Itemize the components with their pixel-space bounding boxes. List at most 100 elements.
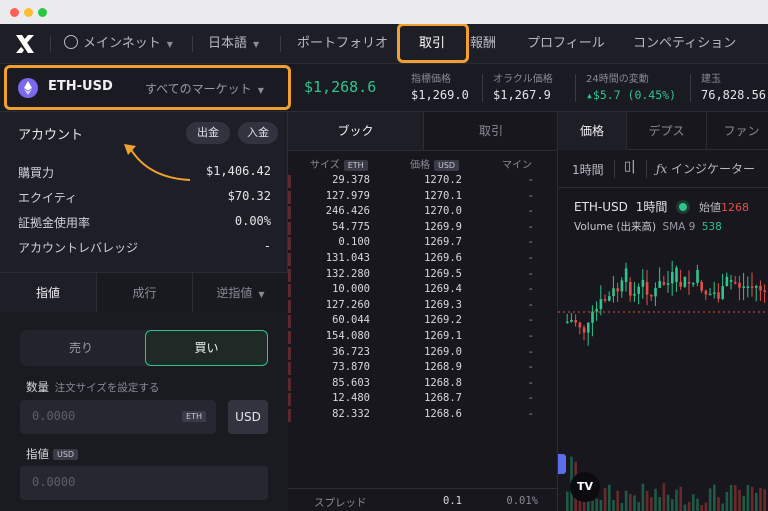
depth-bar	[288, 409, 291, 422]
chevron-down-icon: ▼	[253, 40, 260, 49]
depth-bar	[288, 346, 291, 360]
nav-competition[interactable]: コンペティション	[633, 24, 736, 64]
orderbook-size: 85.603	[332, 376, 370, 389]
margin-usage-label: 証拠金使用率	[18, 216, 91, 230]
tab-depth[interactable]: デプス	[626, 112, 706, 150]
orderbook-price: 1268.9	[424, 361, 462, 374]
volume-bar	[746, 484, 750, 511]
orderbook-row[interactable]: 60.044 1269.2 -	[288, 314, 558, 330]
side-toggle: 売り 買い	[20, 330, 268, 366]
limit-price-placeholder: 0.0000	[32, 475, 76, 489]
orderbook-row[interactable]: 132.280 1269.5 -	[288, 268, 558, 284]
candle-body	[708, 293, 712, 296]
orderbook-mine: -	[527, 376, 534, 389]
account-leverage-value: -	[263, 239, 271, 253]
interval-selector[interactable]: 1時間	[572, 161, 604, 178]
tab-funding[interactable]: ファン	[706, 112, 768, 150]
chart-interval-label: 1時間	[635, 200, 668, 214]
candle-body	[566, 321, 569, 324]
orderbook-row[interactable]: 154.080 1269.1 -	[288, 330, 558, 346]
tab-stop[interactable]: 逆指値 ▼	[192, 273, 288, 313]
orderbook-mine: -	[527, 283, 534, 296]
account-leverage-label: アカウントレバレッジ	[18, 241, 139, 255]
nav-rewards[interactable]: 報酬	[470, 24, 496, 64]
indicators-label: インジケーター	[671, 162, 756, 176]
deposit-button[interactable]: 入金	[238, 122, 278, 144]
depth-bar	[288, 268, 291, 282]
maximize-window-icon[interactable]	[38, 8, 47, 17]
volume-bar	[755, 492, 758, 511]
candle-body	[700, 282, 703, 291]
orderbook-row[interactable]: 127.260 1269.3 -	[288, 299, 558, 315]
minimize-window-icon[interactable]	[24, 8, 33, 17]
spread-label: スプレッド	[314, 497, 367, 509]
candle-type-icon[interactable]: ▯|	[624, 159, 636, 174]
buy-button[interactable]: 買い	[145, 330, 268, 366]
network-selector[interactable]: メインネット ▼	[64, 24, 173, 64]
candle-body	[637, 286, 640, 294]
margin-usage-value: 0.00%	[234, 214, 271, 228]
index-price-label: 指標価格	[411, 74, 451, 85]
candle-body	[734, 282, 737, 284]
orderbook-row[interactable]: 85.603 1268.8 -	[288, 377, 558, 393]
language-selector[interactable]: 日本語 ▼	[208, 24, 259, 64]
volume-bar	[650, 497, 653, 511]
usd-toggle-button[interactable]: USD	[228, 400, 268, 434]
orderbook-row[interactable]: 36.723 1269.0 -	[288, 346, 558, 362]
orderbook-size: 36.723	[332, 345, 370, 358]
orderbook-row[interactable]: 12.480 1268.7 -	[288, 392, 558, 408]
depth-bar	[288, 175, 291, 188]
candle-body	[662, 282, 666, 285]
volume-bar	[603, 487, 607, 511]
mine-header: マイン	[502, 160, 532, 171]
orderbook-row[interactable]: 127.979 1270.1 -	[288, 190, 558, 206]
orderbook-price: 1268.7	[424, 392, 462, 405]
orderbook-row[interactable]: 246.426 1270.0 -	[288, 205, 558, 221]
orderbook-mine: -	[527, 298, 534, 311]
orderbook-row[interactable]: 82.332 1268.6 -	[288, 408, 558, 424]
market-selector-highlight	[4, 65, 291, 110]
candle-body	[683, 276, 687, 287]
orderbook-size: 29.378	[332, 174, 370, 186]
orderbook-row[interactable]: 29.378 1270.2 -	[288, 174, 558, 190]
candle-body	[612, 288, 615, 297]
volume-bar	[662, 483, 666, 511]
language-label: 日本語	[208, 36, 248, 51]
tab-limit[interactable]: 指値	[0, 273, 96, 313]
tab-market[interactable]: 成行	[96, 273, 192, 313]
close-window-icon[interactable]	[10, 8, 19, 17]
depth-bar	[288, 393, 291, 407]
orderbook-row[interactable]: 73.870 1268.9 -	[288, 361, 558, 377]
orderbook-row[interactable]: 131.043 1269.6 -	[288, 252, 558, 268]
limit-price-input[interactable]: 0.0000	[20, 466, 268, 500]
orderbook-row[interactable]: 0.100 1269.7 -	[288, 236, 558, 252]
tab-orderbook[interactable]: ブック	[288, 112, 423, 150]
account-title: アカウント	[18, 128, 84, 143]
orderbook-price: 1270.1	[424, 189, 462, 202]
orderbook-mine: -	[527, 220, 534, 233]
tab-price[interactable]: 価格	[558, 112, 626, 150]
top-nav: メインネット ▼ 日本語 ▼ ポートフォリオ 取引 報酬 プロフィール コンペティシ…	[0, 24, 768, 64]
volume-bar	[713, 484, 716, 511]
candlestick-chart[interactable]	[558, 242, 768, 511]
sma-value: 538	[701, 221, 722, 233]
orderbook-row[interactable]: 54.775 1269.9 -	[288, 221, 558, 237]
tab-trades[interactable]: 取引	[423, 112, 558, 150]
dydx-logo-icon[interactable]	[14, 33, 36, 55]
volume-bar	[734, 485, 737, 511]
nav-profile[interactable]: プロフィール	[527, 24, 605, 64]
volume-bar	[658, 497, 661, 511]
chart-symbol-label: ETH-USD	[574, 200, 628, 214]
orderbook-size: 10.000	[332, 283, 370, 296]
eth-unit-badge: ETH	[182, 411, 206, 422]
volume-bar	[738, 490, 741, 511]
volume-bar	[566, 491, 569, 511]
indicators-button[interactable]: ƒx インジケーター	[656, 160, 755, 177]
quantity-input[interactable]: 0.0000 ETH	[20, 400, 216, 434]
nav-portfolio[interactable]: ポートフォリオ	[297, 24, 388, 64]
chart-collapse-handle[interactable]	[558, 454, 566, 474]
orderbook-row[interactable]: 10.000 1269.4 -	[288, 283, 558, 299]
candle-body	[591, 311, 594, 323]
tradingview-logo[interactable]: TV	[570, 472, 600, 502]
sell-button[interactable]: 売り	[20, 330, 142, 366]
